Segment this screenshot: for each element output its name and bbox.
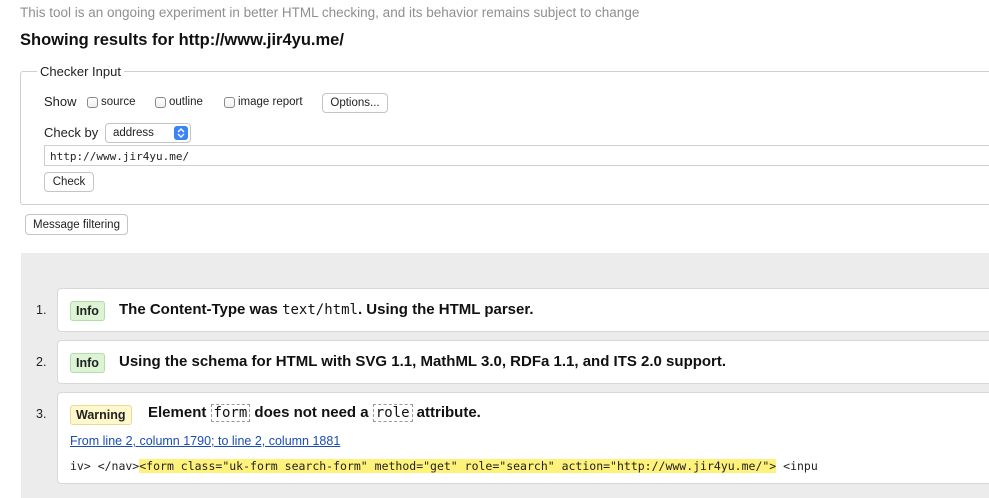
message-filtering-button[interactable]: Message filtering [25, 214, 128, 235]
chevron-updown-icon [174, 126, 188, 140]
message-text: The Content-Type was text/html. Using th… [119, 301, 534, 318]
checker-input-fieldset: Checker Input Show source outline image … [20, 64, 989, 205]
outline-checkbox-label: outline [169, 96, 203, 108]
extract-highlight: <form class="uk-form search-form" method… [139, 459, 777, 473]
checkbox-icon [87, 96, 98, 108]
options-button[interactable]: Options... [322, 93, 388, 113]
checkbox-icon [224, 96, 235, 108]
message-text-part: attribute. [412, 404, 481, 421]
outline-checkbox[interactable]: outline [155, 96, 203, 108]
info-badge: Info [70, 353, 105, 373]
source-checkbox-label: source [101, 96, 136, 108]
message-code: form [210, 404, 251, 422]
show-label: Show [44, 94, 77, 109]
page-title: Showing results for http://www.jir4yu.me… [20, 31, 344, 49]
image-report-checkbox[interactable]: image report [224, 96, 303, 108]
checker-input-legend: Checker Input [37, 64, 124, 79]
message-number: 3. [36, 407, 47, 421]
check-by-label: Check by [44, 125, 99, 140]
info-badge: Info [70, 301, 105, 321]
code-extract: iv> </nav><form class="uk-form search-fo… [70, 459, 818, 473]
warning-badge: Warning [70, 405, 132, 425]
check-by-value: address [113, 127, 154, 139]
url-input[interactable]: http://www.jir4yu.me/ [44, 145, 989, 166]
experiment-notice: This tool is an ongoing experiment in be… [20, 5, 640, 20]
message-item: Warning Element form does not need a rol… [57, 392, 989, 484]
message-item: Info Using the schema for HTML with SVG … [57, 340, 989, 384]
checkbox-icon [155, 96, 166, 108]
message-code: text/html [282, 302, 358, 318]
check-button[interactable]: Check [44, 172, 94, 192]
message-text: Element form does not need a role attrib… [148, 404, 481, 422]
message-text: Using the schema for HTML with SVG 1.1, … [119, 353, 727, 370]
extract-text: iv> </nav> [70, 459, 140, 473]
source-checkbox[interactable]: source [87, 96, 136, 108]
extract-text: <inpu [776, 459, 818, 473]
message-text-part: The Content-Type was [119, 301, 283, 318]
check-by-select[interactable]: address [105, 123, 191, 143]
message-item: Info The Content-Type was text/html. Usi… [57, 288, 989, 332]
message-number: 2. [36, 355, 47, 369]
message-text-part: . Using the HTML parser. [357, 301, 534, 318]
message-text-part: does not need a [250, 404, 373, 421]
image-report-checkbox-label: image report [238, 96, 303, 108]
message-text-part: Element [148, 404, 211, 421]
message-number: 1. [36, 303, 47, 317]
message-code: role [372, 404, 413, 422]
source-location-link[interactable]: From line 2, column 1790; to line 2, col… [70, 434, 340, 448]
